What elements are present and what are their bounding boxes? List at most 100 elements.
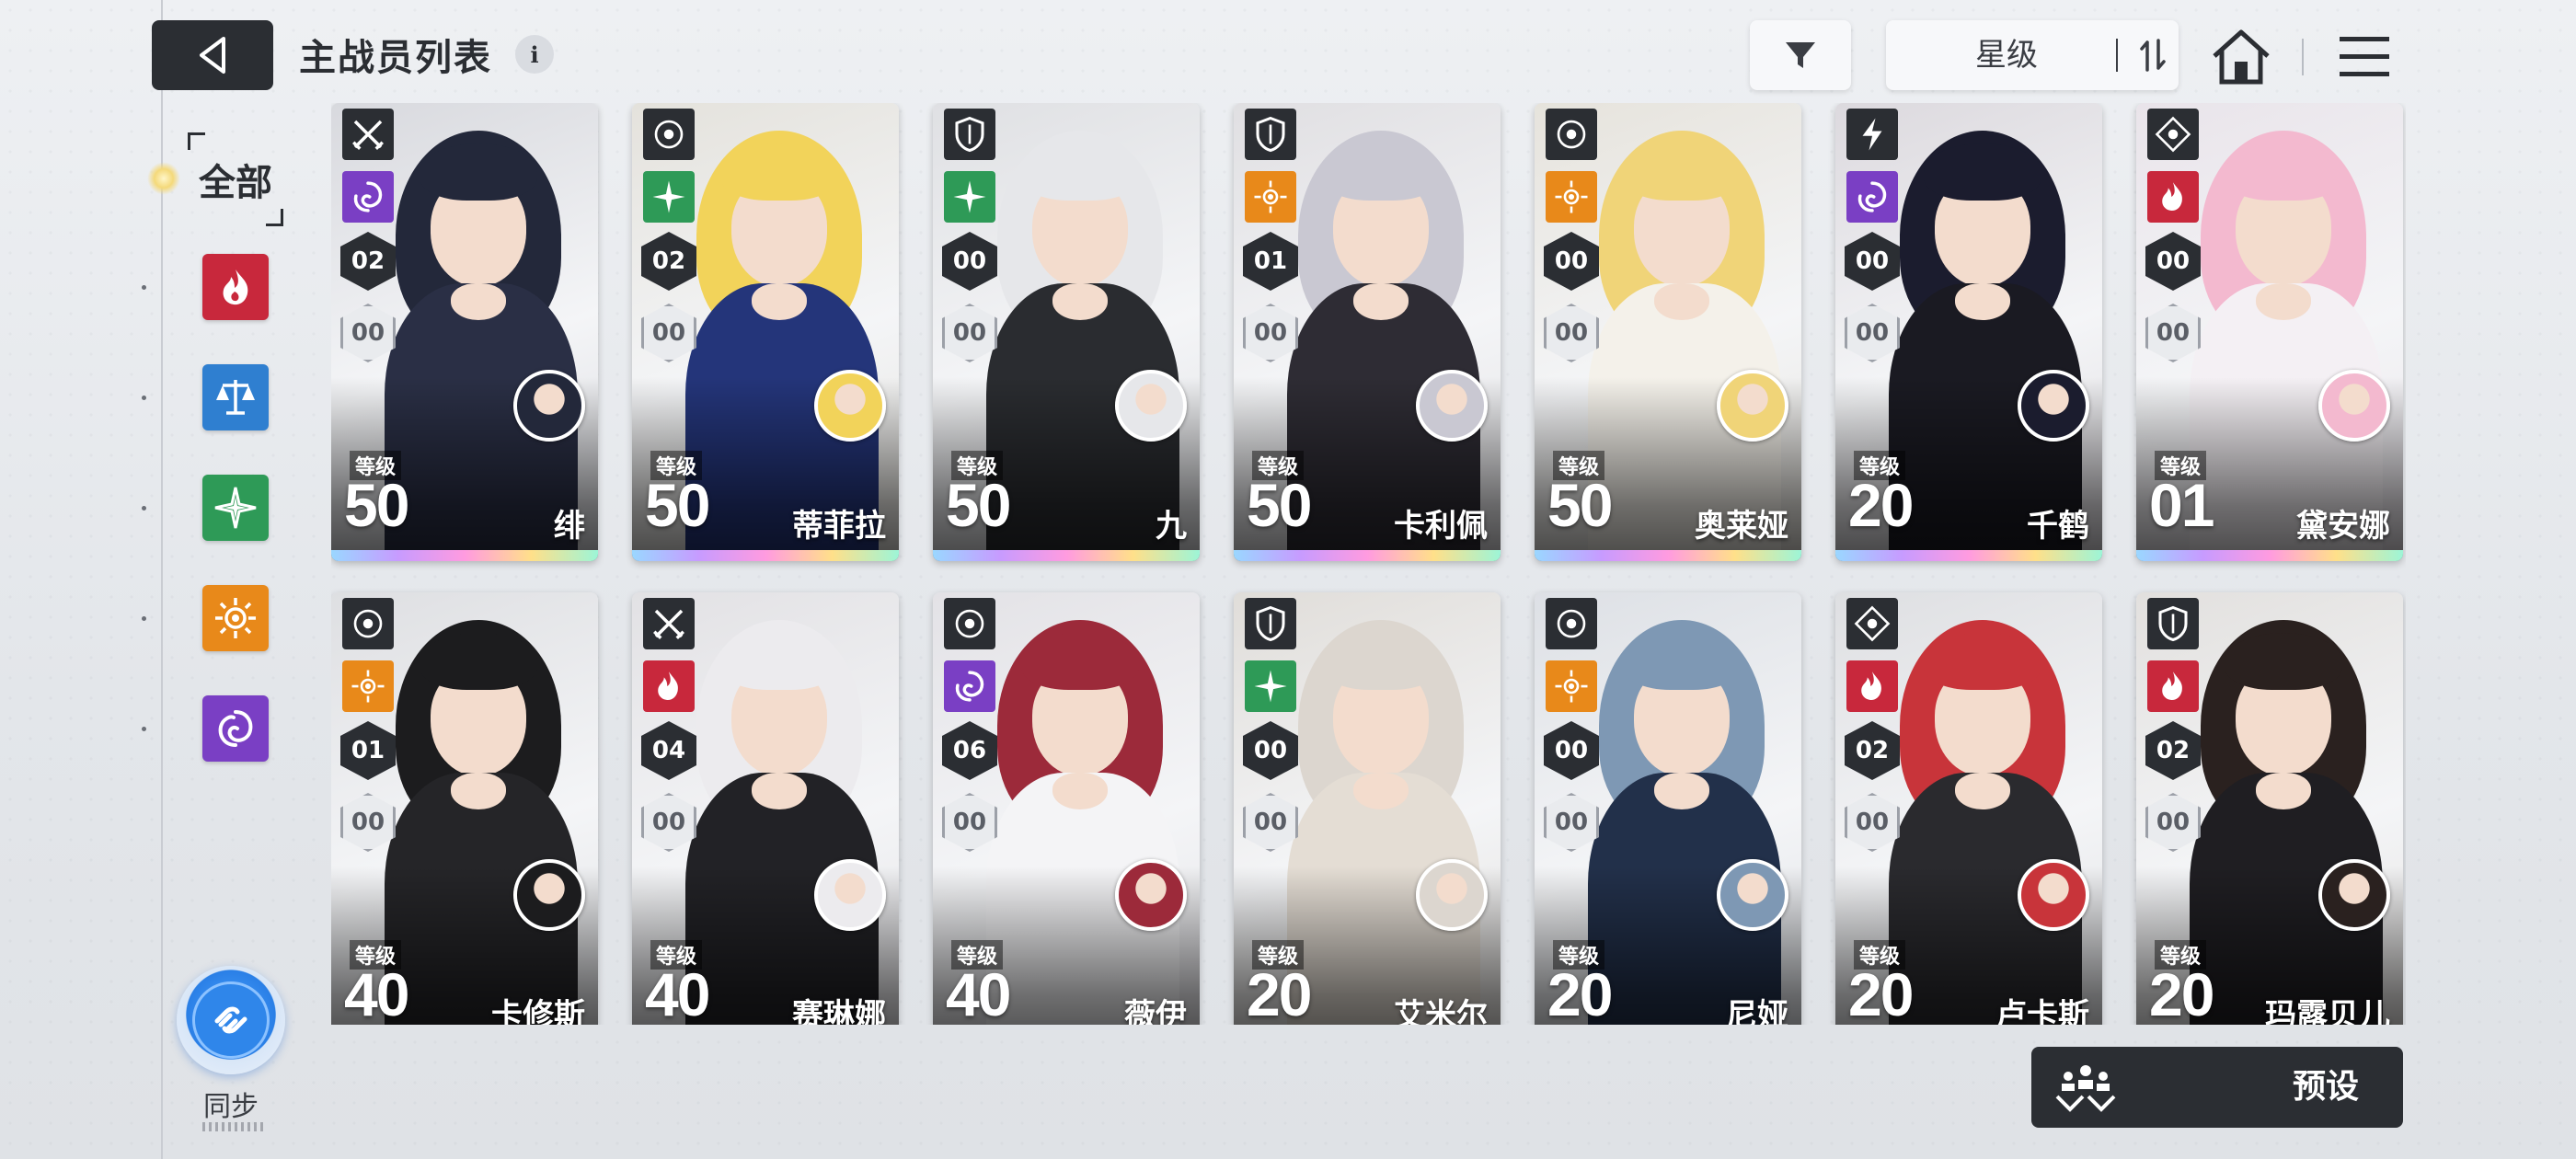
companion-avatar (513, 859, 585, 931)
operator-card[interactable]: 06 00 等级 40 薇伊 (933, 592, 1200, 1025)
operator-card[interactable]: 00 00 等级 50 奥莱娅 (1535, 103, 1801, 561)
element-void-icon (944, 660, 995, 712)
back-button[interactable] (152, 20, 273, 90)
rarity-bar (1234, 550, 1501, 561)
element-wind-icon (944, 171, 995, 223)
element-light-icon (1546, 660, 1597, 712)
target-icon (944, 598, 995, 649)
selected-glow (147, 162, 180, 195)
level-value: 50 (946, 471, 1011, 539)
diamond-target-icon (1846, 598, 1898, 649)
sync-button[interactable] (177, 966, 285, 1074)
sidebar-dot (142, 616, 146, 621)
level-value: 40 (344, 960, 409, 1025)
menu-button[interactable] (2332, 24, 2397, 90)
element-light-icon (1245, 171, 1296, 223)
filter-light[interactable] (202, 585, 269, 651)
sort-dropdown[interactable]: 星级 (1886, 20, 2179, 90)
home-button[interactable] (2208, 24, 2274, 90)
element-fire-icon (2147, 660, 2199, 712)
character-name: 薇伊 (1124, 997, 1187, 1025)
character-name: 奥莱娅 (1695, 508, 1788, 545)
filter-all[interactable]: 全部 (184, 129, 287, 230)
level-value: 01 (2149, 471, 2214, 539)
character-name: 卢卡斯 (1995, 997, 2089, 1025)
operator-card[interactable]: 02 00 等级 50 绯 (331, 103, 598, 561)
character-name: 蒂菲拉 (792, 508, 886, 545)
element-fire-icon (2147, 171, 2199, 223)
target-icon (1546, 109, 1597, 160)
sidebar-dot (142, 285, 146, 290)
element-fire-icon (643, 660, 695, 712)
operator-card[interactable]: 01 00 等级 50 卡利佩 (1234, 103, 1501, 561)
sort-order-toggle[interactable] (2127, 20, 2179, 90)
companion-avatar (814, 370, 886, 442)
info-icon[interactable]: i (515, 35, 554, 74)
companion-avatar (2318, 370, 2390, 442)
operator-card[interactable]: 00 00 等级 20 艾米尔 (1234, 592, 1501, 1025)
target-icon (1546, 598, 1597, 649)
shield-icon (1245, 109, 1296, 160)
operator-card[interactable]: 02 00 等级 50 蒂菲拉 (632, 103, 899, 561)
companion-avatar (513, 370, 585, 442)
sort-arrows-icon (2140, 39, 2166, 72)
character-name: 尼娅 (1726, 997, 1788, 1025)
home-icon (2213, 29, 2270, 85)
filter-fire[interactable] (202, 254, 269, 320)
sidebar-dot (142, 506, 146, 511)
filter-wind[interactable] (202, 475, 269, 541)
sync-label: 同步 (203, 1091, 259, 1123)
rarity-bar (2136, 550, 2403, 561)
operator-card[interactable]: 01 00 等级 40 卡修斯 (331, 592, 598, 1025)
preset-button[interactable]: 预设 (2031, 1047, 2403, 1128)
operator-card[interactable]: 00 00 等级 01 黛安娜 (2136, 103, 2403, 561)
operator-card[interactable]: 00 00 等级 20 尼娅 (1535, 592, 1801, 1025)
back-arrow-icon (200, 37, 225, 74)
element-void-icon (1846, 171, 1898, 223)
swirl-icon (218, 710, 253, 747)
filter-balance[interactable] (202, 364, 269, 430)
element-wind-icon (643, 171, 695, 223)
sync-decoration (202, 1122, 263, 1131)
companion-avatar (2318, 859, 2390, 931)
filter-button[interactable] (1750, 20, 1851, 90)
operator-card[interactable]: 00 00 等级 20 千鹤 (1835, 103, 2102, 561)
element-void-icon (342, 171, 394, 223)
preset-label: 预设 (2292, 1068, 2359, 1106)
level-value: 20 (1848, 471, 1914, 539)
operator-card[interactable]: 04 00 等级 40 赛琳娜 (632, 592, 899, 1025)
filter-void[interactable] (202, 695, 269, 762)
page-title: 主战员列表 (299, 37, 492, 79)
sort-divider (2116, 39, 2118, 72)
companion-avatar (2018, 859, 2089, 931)
rarity-bar (933, 550, 1200, 561)
hamburger-menu-icon (2340, 37, 2389, 76)
operator-card[interactable]: 02 00 等级 20 玛露贝儿 (2136, 592, 2403, 1025)
character-name: 九 (1156, 508, 1187, 545)
funnel-icon (1786, 42, 1815, 68)
level-value: 20 (1247, 960, 1312, 1025)
character-name: 玛露贝儿 (2265, 997, 2390, 1025)
level-value: 50 (1247, 471, 1312, 539)
companion-avatar (2018, 370, 2089, 442)
character-name: 赛琳娜 (792, 997, 886, 1025)
header-separator (2302, 39, 2304, 75)
operator-card[interactable]: 00 00 等级 50 九 (933, 103, 1200, 561)
sidebar-dot (142, 727, 146, 731)
character-name: 绯 (554, 508, 585, 545)
companion-avatar (814, 859, 886, 931)
sort-label: 星级 (1975, 37, 2038, 74)
character-name: 卡修斯 (491, 997, 585, 1025)
character-name: 黛安娜 (2296, 508, 2390, 545)
target-icon (643, 109, 695, 160)
element-wind-icon (1245, 660, 1296, 712)
sync-link-icon (214, 1006, 247, 1034)
rarity-bar (1835, 550, 2102, 561)
operator-card[interactable]: 02 00 等级 20 卢卡斯 (1835, 592, 2102, 1025)
companion-avatar (1416, 859, 1488, 931)
character-name: 千鹤 (2027, 508, 2089, 545)
shield-icon (2147, 598, 2199, 649)
element-fire-icon (1846, 660, 1898, 712)
diamond-target-icon (2147, 109, 2199, 160)
target-icon (342, 598, 394, 649)
